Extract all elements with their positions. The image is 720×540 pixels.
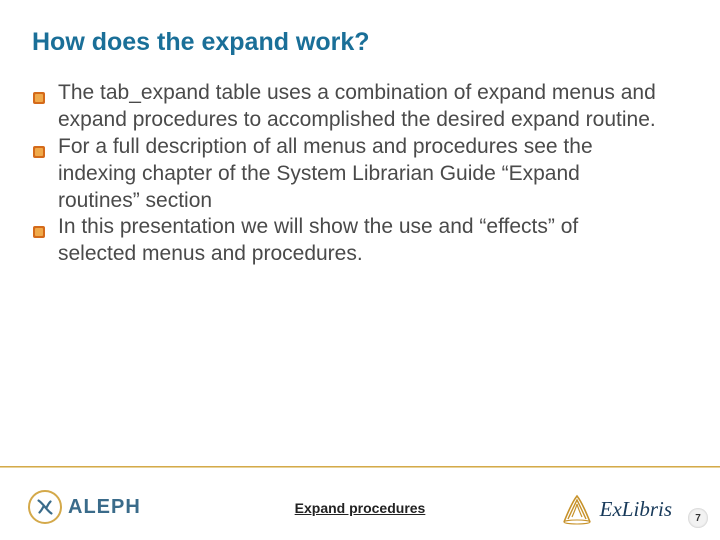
bullet-icon <box>32 220 46 234</box>
bullet-list: The tab_expand table uses a combination … <box>58 80 658 268</box>
exlibris-logo-icon <box>560 492 594 526</box>
slide-title: How does the expand work? <box>32 28 370 57</box>
slide: How does the expand work? The tab_expand… <box>0 0 720 540</box>
list-item: For a full description of all menus and … <box>58 134 658 215</box>
bullet-icon <box>32 86 46 100</box>
exlibris-logo: ExLibris <box>560 492 672 526</box>
bullet-text: In this presentation we will show the us… <box>58 215 578 265</box>
page-number: 7 <box>688 508 708 528</box>
bullet-icon <box>32 140 46 154</box>
bullet-text: The tab_expand table uses a combination … <box>58 81 656 131</box>
list-item: The tab_expand table uses a combination … <box>58 80 658 134</box>
footer: ALEPH Expand procedures ExLibris 7 <box>0 468 720 540</box>
exlibris-logo-text: ExLibris <box>600 497 672 522</box>
list-item: In this presentation we will show the us… <box>58 214 658 268</box>
bullet-text: For a full description of all menus and … <box>58 135 593 212</box>
